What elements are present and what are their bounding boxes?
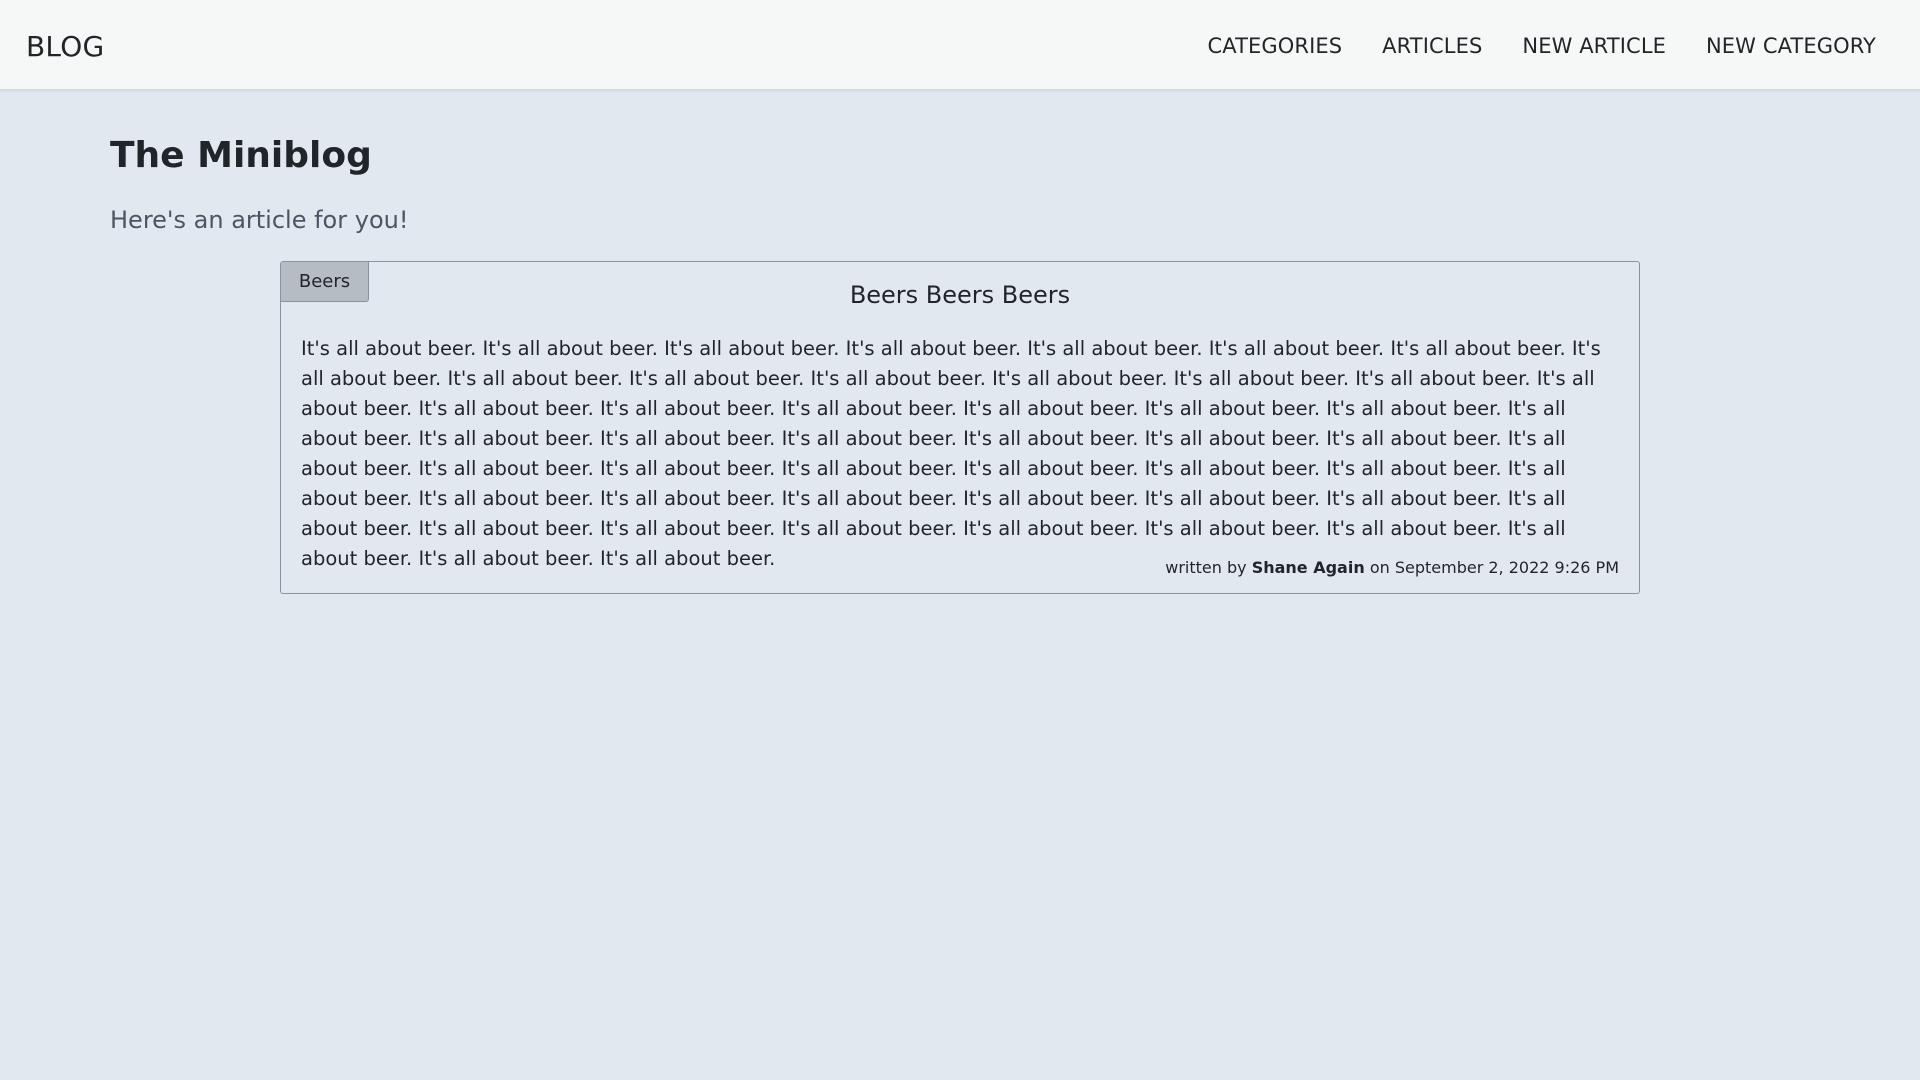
- date-prefix: on: [1369, 558, 1390, 577]
- article-body: It's all about beer. It's all about beer…: [301, 337, 1601, 570]
- nav-articles-link[interactable]: ARTICLES: [1382, 30, 1482, 62]
- page-title: The Miniblog: [110, 135, 372, 176]
- nav-new-category-link[interactable]: NEW CATEGORY: [1706, 30, 1876, 62]
- nav-new-article-link[interactable]: NEW ARTICLE: [1522, 30, 1666, 62]
- article-meta: written by Shane Again on September 2, 2…: [1165, 557, 1619, 579]
- article-author: Shane Again: [1251, 558, 1365, 577]
- top-navbar: BLOG CATEGORIES ARTICLES NEW ARTICLE NEW…: [0, 0, 1920, 90]
- nav-categories-link[interactable]: CATEGORIES: [1207, 30, 1342, 62]
- page-subtitle: Here's an article for you!: [110, 206, 409, 234]
- main-navigation: CATEGORIES ARTICLES NEW ARTICLE NEW CATE…: [1207, 30, 1876, 62]
- article-title: Beers Beers Beers: [849, 281, 1071, 309]
- article-date: September 2, 2022 9:26 PM: [1394, 558, 1619, 577]
- blog-brand-link[interactable]: BLOG: [26, 29, 104, 65]
- article-card: Beers Beers Beers Beers It's all about b…: [280, 261, 1640, 594]
- meta-prefix: written by: [1165, 558, 1247, 577]
